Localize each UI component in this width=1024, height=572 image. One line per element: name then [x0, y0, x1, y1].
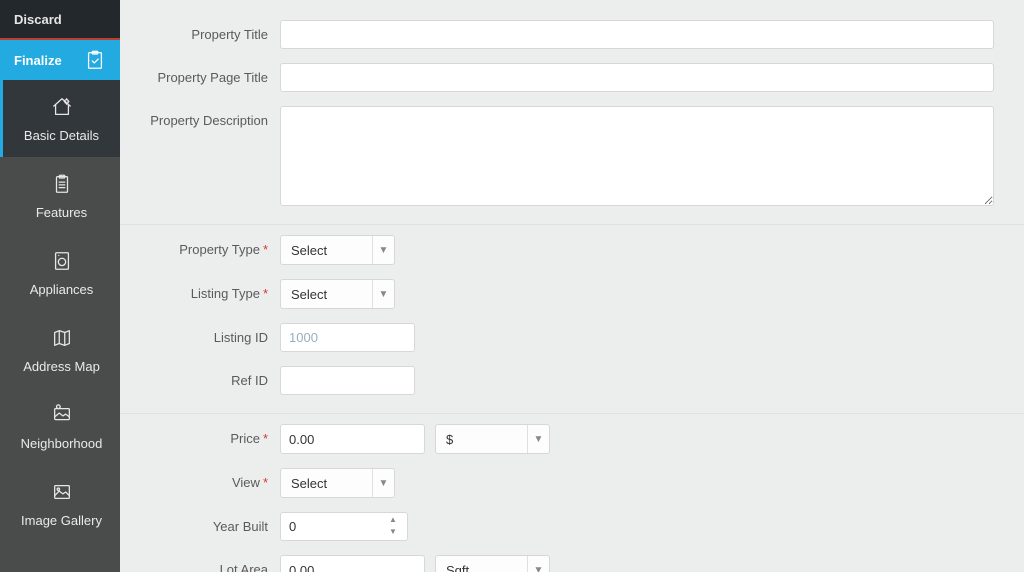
price-input[interactable]	[280, 424, 425, 454]
price-currency-select[interactable]: $ ▼	[435, 424, 550, 454]
finalize-button[interactable]: Finalize	[0, 40, 120, 80]
fieldset-type-listing: Property Type* Select ▼ Listing Type* Se…	[120, 225, 1024, 414]
chevron-down-icon: ▼	[372, 236, 394, 264]
sidebar-item-appliances[interactable]: Appliances	[0, 234, 120, 311]
chevron-down-icon: ▼	[372, 280, 394, 308]
finalize-label: Finalize	[14, 53, 62, 68]
sidebar-item-label: Image Gallery	[9, 513, 114, 528]
map-icon	[9, 325, 114, 351]
sidebar-item-image-gallery[interactable]: Image Gallery	[0, 465, 120, 542]
listing-type-select[interactable]: Select ▼	[280, 279, 395, 309]
pin-image-icon	[9, 402, 114, 428]
sidebar-item-label: Appliances	[9, 282, 114, 297]
app-root: Discard Finalize Basic Details Features …	[0, 0, 1024, 572]
main-form: Property Title Property Page Title Prope…	[120, 0, 1024, 572]
view-select[interactable]: Select ▼	[280, 468, 395, 498]
listing-id-input[interactable]	[280, 323, 415, 352]
chevron-down-icon: ▼	[372, 469, 394, 497]
sidebar-item-label: Neighborhood	[9, 436, 114, 451]
fieldset-price-etc: Price* $ ▼ View* Select ▼	[120, 414, 1024, 572]
sidebar-item-label: Basic Details	[9, 128, 114, 143]
label-listing-type: Listing Type*	[130, 279, 280, 301]
label-ref-id: Ref ID	[130, 366, 280, 388]
label-view: View*	[130, 468, 280, 490]
image-icon	[9, 479, 114, 505]
clipboard-icon	[9, 171, 114, 197]
property-description-textarea[interactable]	[280, 106, 994, 206]
ref-id-input[interactable]	[280, 366, 415, 395]
label-lot-area: Lot Area	[130, 555, 280, 572]
sidebar: Discard Finalize Basic Details Features …	[0, 0, 120, 572]
label-property-title: Property Title	[130, 20, 280, 42]
clipboard-check-icon	[84, 49, 106, 71]
discard-button[interactable]: Discard	[0, 0, 120, 40]
label-property-page-title: Property Page Title	[130, 63, 280, 85]
fieldset-titles: Property Title Property Page Title Prope…	[120, 10, 1024, 225]
home-gear-icon	[9, 94, 114, 120]
sidebar-item-features[interactable]: Features	[0, 157, 120, 234]
sidebar-item-label: Address Map	[9, 359, 114, 374]
chevron-down-icon: ▼	[527, 425, 549, 453]
property-page-title-input[interactable]	[280, 63, 994, 92]
label-property-type: Property Type*	[130, 235, 280, 257]
chevron-down-icon: ▼	[527, 556, 549, 572]
sidebar-item-neighborhood[interactable]: Neighborhood	[0, 388, 120, 465]
sidebar-item-address-map[interactable]: Address Map	[0, 311, 120, 388]
label-listing-id: Listing ID	[130, 323, 280, 345]
year-built-stepper[interactable]: ▲▼	[389, 516, 403, 536]
label-price: Price*	[130, 424, 280, 446]
sidebar-item-label: Features	[9, 205, 114, 220]
lot-area-unit-select[interactable]: Sqft ▼	[435, 555, 550, 572]
discard-label: Discard	[14, 12, 62, 27]
washer-icon	[9, 248, 114, 274]
property-type-select[interactable]: Select ▼	[280, 235, 395, 265]
property-title-input[interactable]	[280, 20, 994, 49]
sidebar-item-basic-details[interactable]: Basic Details	[0, 80, 120, 157]
lot-area-input[interactable]	[280, 555, 425, 572]
label-year-built: Year Built	[130, 512, 280, 534]
label-property-description: Property Description	[130, 106, 280, 128]
